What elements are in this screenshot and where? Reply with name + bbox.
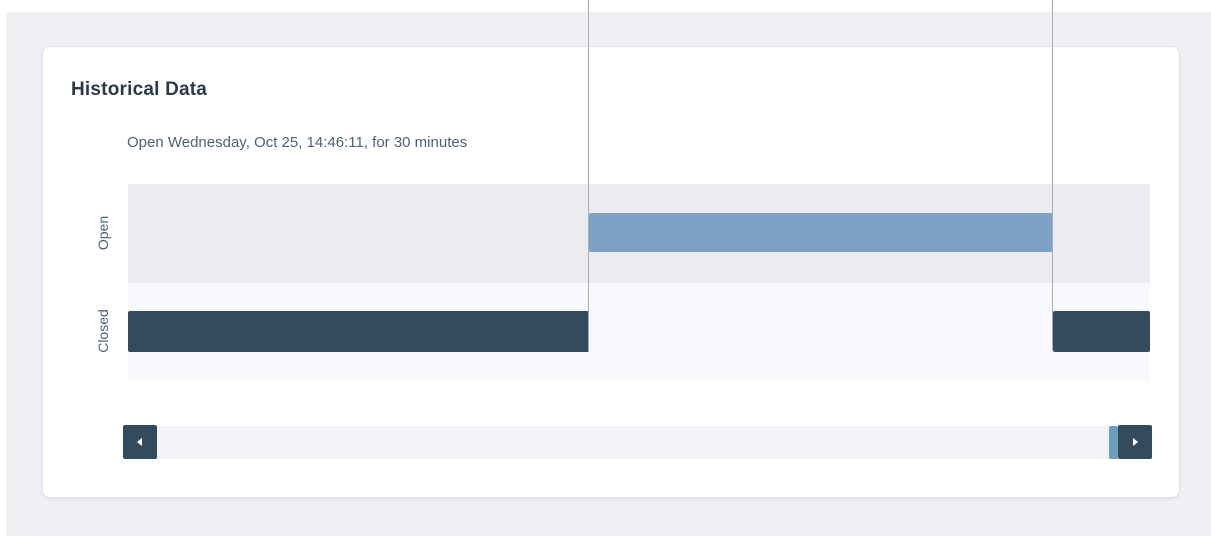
caret-right-icon [1133,438,1138,446]
closed-segment[interactable] [1053,311,1150,352]
scroll-left-button[interactable] [123,425,157,459]
scroll-right-button[interactable] [1118,425,1152,459]
closed-segment[interactable] [128,311,589,352]
timeline-scrollbar[interactable] [124,426,1152,459]
caret-left-icon [137,438,142,446]
segment-marker-line [588,0,589,352]
open-segment[interactable] [589,213,1053,252]
scrollbar-thumb[interactable] [1109,426,1118,459]
row-label-closed: Closed [95,309,111,353]
row-label-open: Open [95,215,111,251]
segment-marker-line [1052,0,1053,350]
